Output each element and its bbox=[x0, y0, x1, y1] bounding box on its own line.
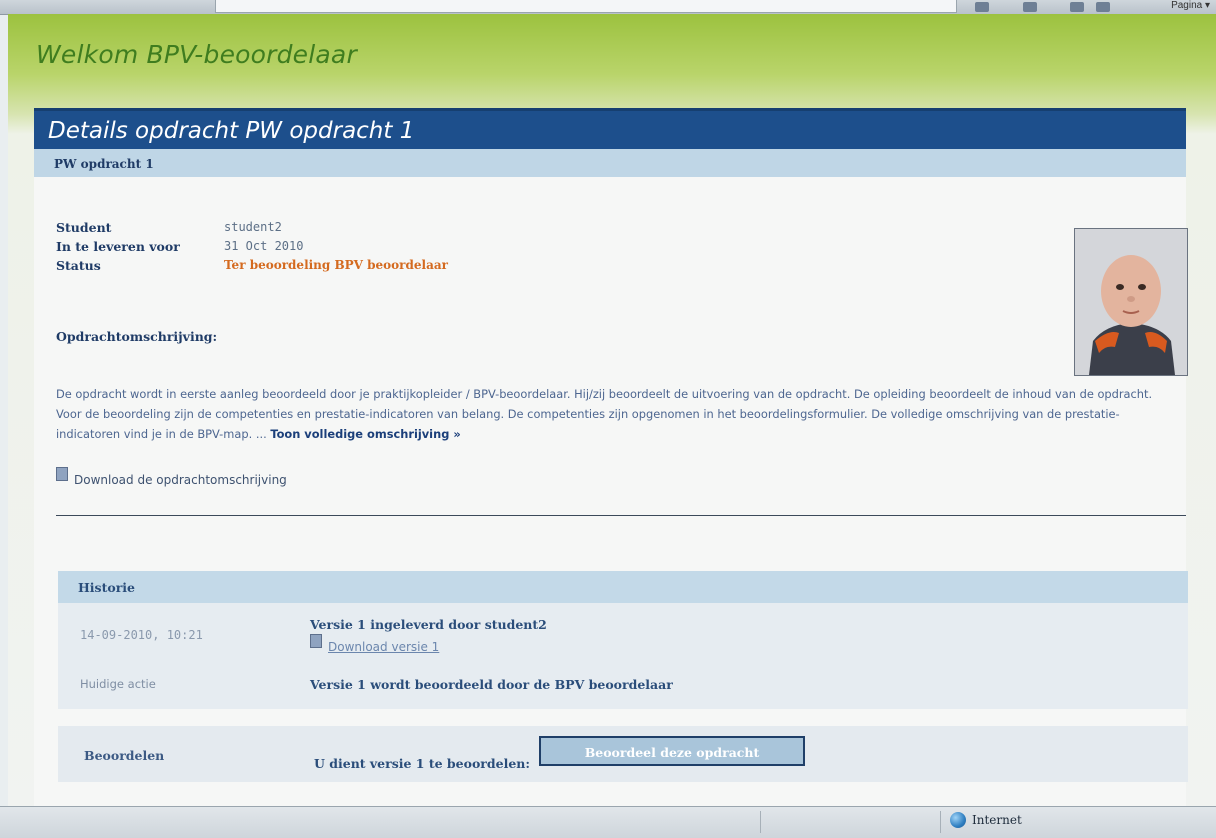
assess-label: Beoordelen bbox=[84, 748, 165, 763]
history-version-text: Versie 1 ingeleverd door student2 bbox=[310, 617, 547, 632]
download-description-link[interactable]: Download de opdrachtomschrijving bbox=[56, 467, 287, 487]
mail-icon[interactable] bbox=[1070, 2, 1084, 12]
assignment-subheader: PW opdracht 1 bbox=[34, 149, 1186, 177]
detail-label: In te leveren voor bbox=[56, 239, 180, 254]
detail-row-status: Status Ter beoordeling BPV beoordelaar bbox=[56, 258, 448, 277]
download-version-label: Download versie 1 bbox=[328, 640, 440, 654]
details-panel: Details opdracht PW opdracht 1 PW opdrac… bbox=[34, 108, 1188, 806]
assess-button[interactable]: Beoordeel deze opdracht bbox=[539, 736, 805, 766]
status-separator bbox=[760, 811, 761, 833]
security-zone-label: Internet bbox=[972, 813, 1022, 827]
page-body: Welkom BPV-beoordelaar Details opdracht … bbox=[8, 14, 1216, 806]
detail-row-student: Student student2 bbox=[56, 220, 448, 239]
detail-label: Student bbox=[56, 220, 112, 235]
detail-value: 31 Oct 2010 bbox=[224, 239, 304, 253]
print-icon[interactable] bbox=[1096, 2, 1110, 12]
security-zone[interactable]: Internet bbox=[950, 812, 1022, 828]
detail-row-deadline: In te leveren voor 31 Oct 2010 bbox=[56, 239, 448, 258]
history-body bbox=[58, 603, 1188, 709]
detail-label: Status bbox=[56, 258, 101, 273]
page-menu[interactable]: Pagina ▾ bbox=[1171, 0, 1210, 11]
student-photo bbox=[1074, 228, 1188, 376]
globe-icon bbox=[950, 812, 966, 828]
browser-status-bar bbox=[0, 806, 1216, 838]
download-version-link[interactable]: Download versie 1 bbox=[310, 634, 440, 654]
document-icon bbox=[56, 467, 68, 481]
assess-instruction: U dient versie 1 te beoordelen: bbox=[314, 756, 530, 771]
assignment-details: Student student2 In te leveren voor 31 O… bbox=[56, 220, 448, 277]
history-date: 14-09-2010, 10:21 bbox=[80, 628, 203, 642]
status-separator bbox=[940, 811, 941, 833]
description-text: De opdracht wordt in eerste aanleg beoor… bbox=[56, 384, 1176, 444]
download-description-label: Download de opdrachtomschrijving bbox=[74, 473, 287, 487]
feeds-icon[interactable] bbox=[1023, 2, 1037, 12]
show-full-description-link[interactable]: Toon volledige omschrijving » bbox=[270, 427, 460, 441]
welcome-heading: Welkom BPV-beoordelaar bbox=[36, 40, 357, 69]
panel-title: Details opdracht PW opdracht 1 bbox=[34, 108, 1186, 149]
home-icon[interactable] bbox=[975, 2, 989, 12]
divider bbox=[56, 515, 1186, 516]
history-header: Historie bbox=[58, 571, 1188, 603]
address-bar[interactable] bbox=[215, 0, 957, 13]
detail-value: student2 bbox=[224, 220, 282, 234]
browser-toolbar: Pagina ▾ bbox=[0, 0, 1216, 15]
description-title: Opdrachtomschrijving: bbox=[56, 329, 218, 344]
current-action-label: Huidige actie bbox=[80, 677, 156, 691]
document-icon bbox=[310, 634, 322, 648]
description-body: De opdracht wordt in eerste aanleg beoor… bbox=[56, 387, 1153, 441]
current-action-value: Versie 1 wordt beoordeeld door de BPV be… bbox=[310, 677, 673, 692]
status-value: Ter beoordeling BPV beoordelaar bbox=[224, 258, 448, 272]
